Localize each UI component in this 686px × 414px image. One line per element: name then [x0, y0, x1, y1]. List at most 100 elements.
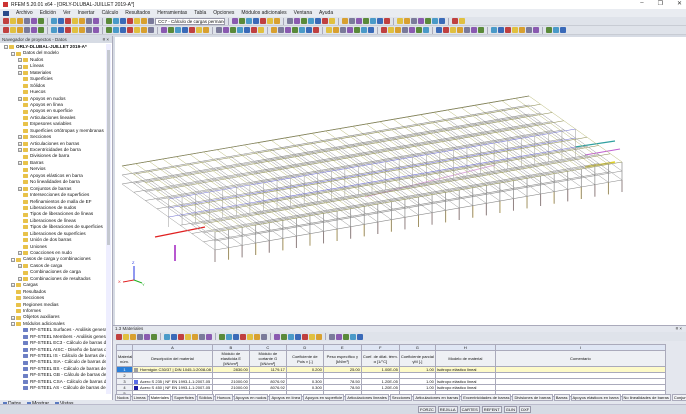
toolbar-button-icon[interactable] [175, 27, 181, 33]
menu-3[interactable]: Insertar [78, 10, 95, 16]
toolbar-button-icon[interactable] [230, 27, 236, 33]
table-tab[interactable]: Conjuntos de barras [671, 394, 686, 401]
expand-toggle-icon[interactable]: + [11, 283, 15, 288]
toolbar-button-icon[interactable] [240, 333, 246, 340]
toolbar-button-icon[interactable] [384, 18, 390, 24]
toolbar-button-icon[interactable] [356, 18, 362, 24]
toolbar-button-icon[interactable] [58, 27, 64, 33]
toolbar-button-icon[interactable] [546, 27, 552, 33]
toolbar-button-icon[interactable] [247, 333, 253, 340]
table-tab[interactable]: No linealidades de barras [621, 394, 671, 401]
toolbar-button-icon[interactable] [134, 27, 140, 33]
navigator-scrollbar[interactable] [106, 44, 111, 394]
status-toggle[interactable]: FORZC [418, 406, 436, 413]
toolbar-button-icon[interactable] [192, 333, 198, 340]
toolbar-button-icon[interactable] [309, 333, 315, 340]
expand-toggle-icon[interactable]: − [11, 322, 15, 327]
toolbar-button-icon[interactable] [31, 27, 37, 33]
expand-toggle-icon[interactable]: + [18, 148, 22, 153]
toolbar-button-icon[interactable] [93, 18, 99, 24]
toolbar-button-icon[interactable] [347, 27, 353, 33]
toolbar-button-icon[interactable] [24, 27, 30, 33]
toolbar-button-icon[interactable] [144, 333, 150, 340]
column-header[interactable]: Descripción del material [132, 350, 213, 367]
toolbar-button-icon[interactable] [423, 27, 429, 33]
toolbar-button-icon[interactable] [411, 18, 417, 24]
loadcase-combo[interactable]: CC7 - Cálculo de cargas permanentes [155, 17, 225, 25]
toolbar-button-icon[interactable] [329, 333, 335, 340]
column-header[interactable]: Coeficiente parcial γM [-] [398, 350, 436, 367]
table-tab[interactable]: Articulaciones lineales [345, 394, 389, 401]
table-tab[interactable]: Nudos [115, 394, 131, 401]
toolbar-button-icon[interactable] [120, 27, 126, 33]
expand-toggle-icon[interactable]: + [18, 70, 22, 75]
toolbar-button-icon[interactable] [285, 27, 291, 33]
toolbar-button-icon[interactable] [452, 18, 458, 24]
toolbar-button-icon[interactable] [370, 18, 376, 24]
close-button[interactable]: ✕ [677, 0, 682, 7]
toolbar-button-icon[interactable] [226, 333, 232, 340]
toolbar-button-icon[interactable] [560, 27, 566, 33]
expand-toggle-icon[interactable]: + [18, 264, 22, 269]
toolbar-button-icon[interactable] [498, 27, 504, 33]
expand-toggle-icon[interactable]: + [18, 96, 22, 101]
toolbar-button-icon[interactable] [343, 333, 349, 340]
toolbar-button-icon[interactable] [10, 27, 16, 33]
menu-11[interactable]: Ayuda [319, 10, 333, 16]
table-tab[interactable]: Divisiones de barras [512, 394, 553, 401]
toolbar-button-icon[interactable] [342, 18, 348, 24]
column-header[interactable]: Comentario [494, 350, 666, 367]
toolbar-button-icon[interactable] [287, 18, 293, 24]
toolbar-button-icon[interactable] [295, 333, 301, 340]
toolbar-button-icon[interactable] [127, 18, 133, 24]
toolbar-button-icon[interactable] [491, 27, 497, 33]
menu-8[interactable]: Opciones [213, 10, 234, 16]
toolbar-button-icon[interactable] [361, 27, 367, 33]
cell-desc[interactable]: Hormigón C30/37 | DIN 1045-1:2008-08 [132, 366, 213, 373]
toolbar-button-icon[interactable] [432, 18, 438, 24]
toolbar-button-icon[interactable] [219, 333, 225, 340]
toolbar-button-icon[interactable] [86, 18, 92, 24]
toolbar-button-icon[interactable] [137, 333, 143, 340]
table-tab[interactable]: Líneas [131, 394, 148, 401]
toolbar-button-icon[interactable] [450, 27, 456, 33]
toolbar-button-icon[interactable] [512, 27, 518, 33]
toolbar-button-icon[interactable] [306, 27, 312, 33]
expand-toggle-icon[interactable]: + [18, 58, 22, 63]
toolbar-button-icon[interactable] [148, 18, 154, 24]
toolbar-button-icon[interactable] [141, 27, 147, 33]
toolbar-button-icon[interactable] [251, 27, 257, 33]
toolbar-button-icon[interactable] [151, 333, 157, 340]
menu-5[interactable]: Resultados [125, 10, 150, 16]
toolbar-button-icon[interactable] [72, 18, 78, 24]
toolbar-button-icon[interactable] [79, 27, 85, 33]
toolbar-button-icon[interactable] [106, 27, 112, 33]
status-toggle[interactable]: REJILLA [437, 406, 458, 413]
toolbar-button-icon[interactable] [315, 18, 321, 24]
toolbar-button-icon[interactable] [397, 18, 403, 24]
toolbar-button-icon[interactable] [349, 18, 355, 24]
menu-9[interactable]: Módulos adicionales [241, 10, 286, 16]
toolbar-button-icon[interactable] [439, 18, 445, 24]
table-tab[interactable]: Materiales [148, 394, 172, 401]
toolbar-button-icon[interactable] [223, 27, 229, 33]
toolbar-button-icon[interactable] [113, 18, 119, 24]
column-header[interactable]: Módulo de elasticida E [kN/cm²] [211, 350, 250, 367]
toolbar-button-icon[interactable] [418, 18, 424, 24]
3d-model-view[interactable]: Z X Y [115, 37, 686, 325]
toolbar-button-icon[interactable] [299, 27, 305, 33]
toolbar-button-icon[interactable] [206, 333, 212, 340]
toolbar-button-icon[interactable] [232, 18, 238, 24]
toolbar-button-icon[interactable] [116, 333, 122, 340]
toolbar-button-icon[interactable] [196, 27, 202, 33]
toolbar-button-icon[interactable] [113, 27, 119, 33]
menu-7[interactable]: Tabla [194, 10, 206, 16]
toolbar-button-icon[interactable] [267, 18, 273, 24]
toolbar-button-icon[interactable] [72, 27, 78, 33]
toolbar-button-icon[interactable] [58, 18, 64, 24]
toolbar-button-icon[interactable] [302, 333, 308, 340]
table-close-button[interactable]: # × [676, 326, 682, 332]
toolbar-button-icon[interactable] [443, 27, 449, 33]
toolbar-button-icon[interactable] [301, 18, 307, 24]
toolbar-button-icon[interactable] [278, 27, 284, 33]
